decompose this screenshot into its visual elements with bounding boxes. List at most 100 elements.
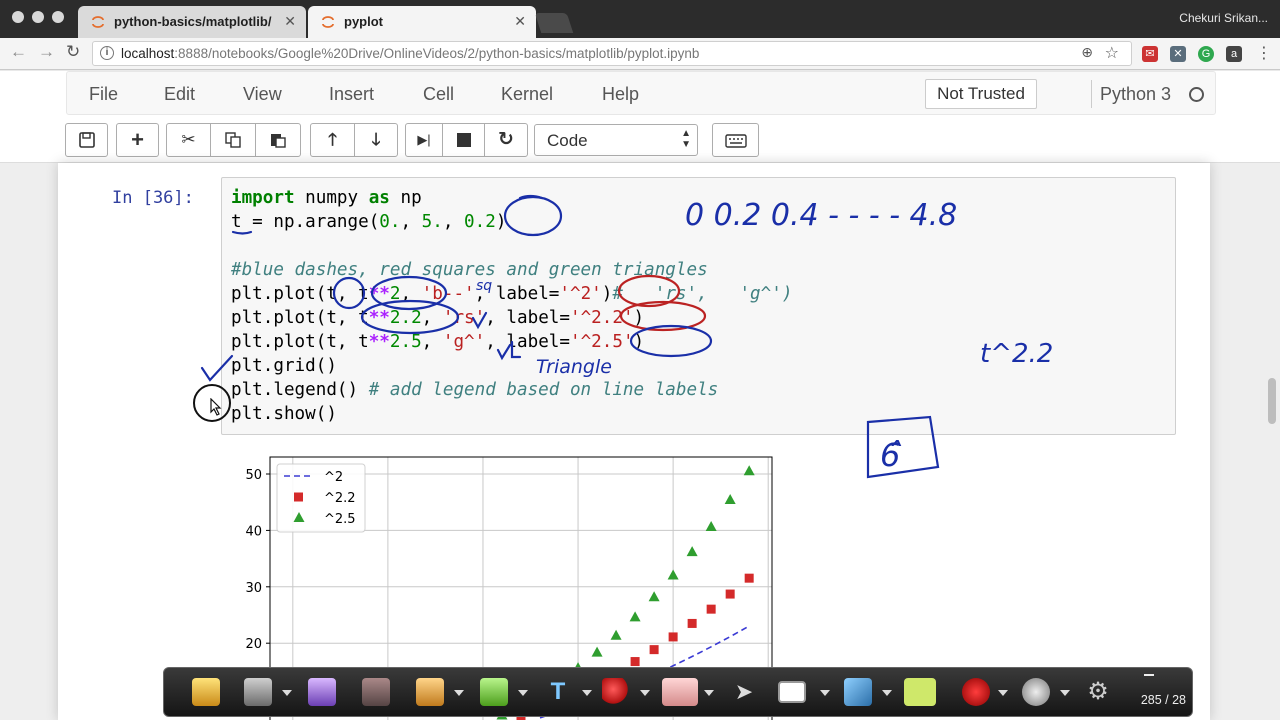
code-comment-line: #blue dashes, red squares and green tria… bbox=[231, 260, 708, 280]
keyboard-icon bbox=[724, 134, 747, 148]
browser-tab-bar: python-basics/matplotlib/ ✕ pyplot ✕ Che… bbox=[0, 0, 1280, 38]
data-point-square bbox=[744, 573, 754, 583]
eraser-page-tool-icon[interactable] bbox=[362, 678, 390, 706]
back-arrow-icon[interactable]: ← bbox=[10, 42, 27, 62]
whiteboard-tool-icon[interactable] bbox=[778, 681, 806, 703]
settings-gear-icon[interactable]: ⚙ bbox=[1084, 678, 1112, 706]
browser-menu-icon[interactable]: ⋮ bbox=[1256, 43, 1272, 63]
open-tool-icon[interactable] bbox=[308, 678, 336, 706]
save-tool-icon[interactable] bbox=[244, 678, 272, 706]
data-point-triangle bbox=[610, 629, 622, 640]
dropdown-caret-icon[interactable] bbox=[518, 690, 528, 696]
grammarly-extension-icon[interactable]: G bbox=[1198, 46, 1214, 62]
url-text[interactable]: localhost:8888/notebooks/Google%20Drive/… bbox=[121, 46, 699, 61]
menu-cell[interactable]: Cell bbox=[423, 84, 454, 105]
address-bar[interactable]: i localhost:8888/notebooks/Google%20Driv… bbox=[92, 41, 1132, 66]
data-point-triangle bbox=[686, 546, 698, 557]
jupyter-icon bbox=[92, 16, 104, 28]
menu-edit[interactable]: Edit bbox=[164, 84, 195, 105]
recorder-counter: 285 / 28 bbox=[1140, 693, 1186, 707]
browser-tab-directory[interactable]: python-basics/matplotlib/ ✕ bbox=[78, 6, 306, 38]
plus-icon: + bbox=[131, 127, 144, 152]
dropdown-caret-icon[interactable] bbox=[582, 690, 592, 696]
pointer-star-tool-icon[interactable] bbox=[192, 678, 220, 706]
browser-navigation-bar: ← → ↻ i localhost:8888/notebooks/Google%… bbox=[0, 38, 1280, 70]
eraser-tool-icon[interactable] bbox=[662, 678, 698, 706]
new-tab-button[interactable] bbox=[534, 13, 574, 33]
record-tool-icon[interactable] bbox=[962, 678, 990, 706]
move-cell-up-button[interactable]: 🡑 bbox=[310, 123, 355, 157]
shape-color-tool-icon[interactable] bbox=[602, 678, 630, 706]
window-zoom-dot[interactable] bbox=[52, 11, 64, 23]
pencil-tool-icon[interactable] bbox=[416, 678, 444, 706]
extension-x-icon[interactable]: ✕ bbox=[1170, 46, 1186, 62]
run-cell-button[interactable]: ▶| bbox=[405, 123, 443, 157]
data-point-triangle bbox=[743, 465, 755, 476]
text-tool-icon[interactable]: T bbox=[544, 678, 572, 706]
dropdown-caret-icon[interactable] bbox=[454, 690, 464, 696]
profile-name[interactable]: Chekuri Srikan... bbox=[1179, 11, 1268, 25]
dropdown-caret-icon[interactable] bbox=[282, 690, 292, 696]
menu-help[interactable]: Help bbox=[602, 84, 639, 105]
window-minimize-dot[interactable] bbox=[32, 11, 44, 23]
bookmark-star-icon[interactable]: ☆ bbox=[1105, 43, 1119, 63]
cut-cell-button[interactable]: ✂ bbox=[166, 123, 211, 157]
paste-cell-button[interactable] bbox=[255, 123, 301, 157]
tab-title: pyplot bbox=[344, 14, 383, 29]
dropdown-caret-icon[interactable] bbox=[820, 690, 830, 696]
floppy-disk-icon bbox=[78, 132, 95, 148]
input-prompt: In [36]: bbox=[112, 188, 194, 208]
reload-icon[interactable]: ↻ bbox=[66, 42, 80, 62]
dropdown-caret-icon[interactable] bbox=[998, 690, 1008, 696]
mouse-pointer-icon bbox=[210, 398, 222, 416]
data-point-triangle bbox=[648, 591, 660, 602]
data-point-square bbox=[630, 657, 640, 667]
dropdown-caret-icon[interactable] bbox=[704, 690, 714, 696]
move-cell-down-button[interactable]: 🡓 bbox=[354, 123, 398, 157]
page-scrollbar-thumb[interactable] bbox=[1268, 378, 1276, 424]
restart-kernel-button[interactable]: ↻ bbox=[484, 123, 528, 157]
arrow-up-icon: 🡑 bbox=[328, 130, 337, 149]
blackboard-color-tool-icon[interactable] bbox=[904, 678, 936, 706]
data-point-square bbox=[706, 604, 716, 614]
extension-badge-icon[interactable]: a bbox=[1226, 46, 1242, 62]
menu-bar: File Edit View Insert Cell Kernel Help N… bbox=[66, 71, 1216, 115]
legend-label: ^2.2 bbox=[324, 491, 356, 506]
highlighter-tool-icon[interactable] bbox=[480, 678, 508, 706]
dropdown-caret-icon[interactable] bbox=[1060, 690, 1070, 696]
webcam-tool-icon[interactable] bbox=[1022, 678, 1050, 706]
browser-tab-pyplot[interactable]: pyplot ✕ bbox=[308, 6, 536, 38]
dropdown-caret-icon[interactable] bbox=[882, 690, 892, 696]
save-button[interactable] bbox=[65, 123, 108, 157]
data-point-square bbox=[649, 645, 659, 655]
forward-arrow-icon[interactable]: → bbox=[38, 42, 55, 62]
gmail-extension-icon[interactable]: ✉ bbox=[1142, 46, 1158, 62]
copy-cell-button[interactable] bbox=[210, 123, 256, 157]
code-editor[interactable]: import numpy as np t = np.arange(0., 5.,… bbox=[231, 186, 792, 426]
command-palette-button[interactable] bbox=[712, 123, 759, 157]
tab-close-icon[interactable]: ✕ bbox=[514, 13, 526, 30]
cursor-tool-icon[interactable]: ➤ bbox=[730, 678, 758, 706]
y-tick-label: 50 bbox=[245, 468, 262, 483]
menu-view[interactable]: View bbox=[243, 84, 282, 105]
menu-kernel[interactable]: Kernel bbox=[501, 84, 553, 105]
data-point-triangle bbox=[705, 520, 717, 531]
tab-close-icon[interactable]: ✕ bbox=[284, 13, 296, 30]
zoom-icon[interactable]: ⊕ bbox=[1081, 44, 1093, 61]
insert-cell-button[interactable]: + bbox=[116, 123, 159, 157]
window-close-dot[interactable] bbox=[12, 11, 24, 23]
minimize-toolbar-icon[interactable] bbox=[1144, 674, 1154, 676]
code-cell-input[interactable]: import numpy as np t = np.arange(0., 5.,… bbox=[221, 177, 1176, 435]
select-arrows-icon: ▲ ▼ bbox=[681, 128, 691, 150]
cell-type-select[interactable]: Code ▲ ▼ bbox=[534, 124, 698, 156]
dropdown-caret-icon[interactable] bbox=[640, 690, 650, 696]
menu-file[interactable]: File bbox=[89, 84, 118, 105]
jupyter-icon bbox=[322, 16, 334, 28]
page-info-icon[interactable]: i bbox=[100, 46, 114, 60]
not-trusted-button[interactable]: Not Trusted bbox=[925, 79, 1037, 109]
kernel-idle-indicator-icon bbox=[1189, 87, 1204, 102]
hammer-tool-icon[interactable] bbox=[844, 678, 872, 706]
data-point-triangle bbox=[629, 611, 641, 622]
menu-insert[interactable]: Insert bbox=[329, 84, 374, 105]
interrupt-kernel-button[interactable] bbox=[442, 123, 485, 157]
